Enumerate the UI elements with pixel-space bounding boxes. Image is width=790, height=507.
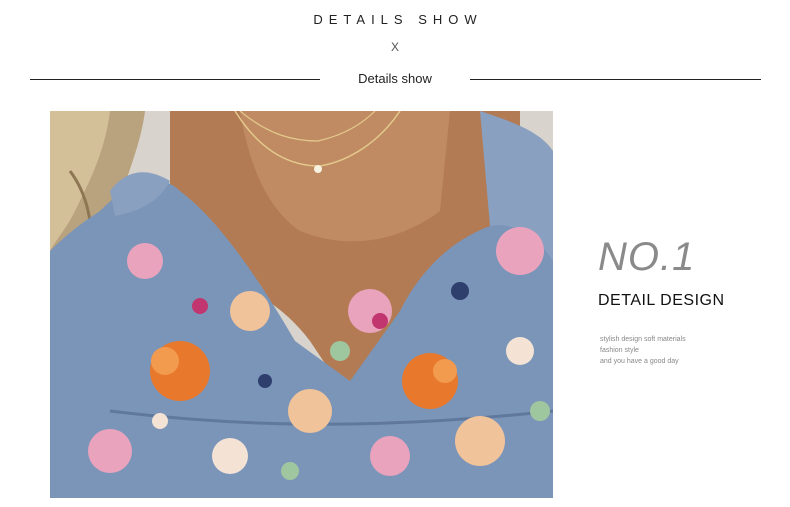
divider-left <box>30 79 320 80</box>
detail-number: NO.1 <box>598 235 696 279</box>
divider-right <box>470 79 761 80</box>
product-photo <box>50 111 553 498</box>
description-line: and you have a good day <box>600 358 679 365</box>
section-title: DETAILS SHOW <box>313 12 483 27</box>
description-line: fashion style <box>600 347 639 354</box>
close-mark: X <box>390 40 399 54</box>
description-line: stylish design soft materials <box>600 336 686 343</box>
detail-description: stylish design soft materials fashion st… <box>600 334 780 367</box>
detail-heading: DETAIL DESIGN <box>598 292 725 309</box>
section-subtitle: Details show <box>358 71 432 86</box>
